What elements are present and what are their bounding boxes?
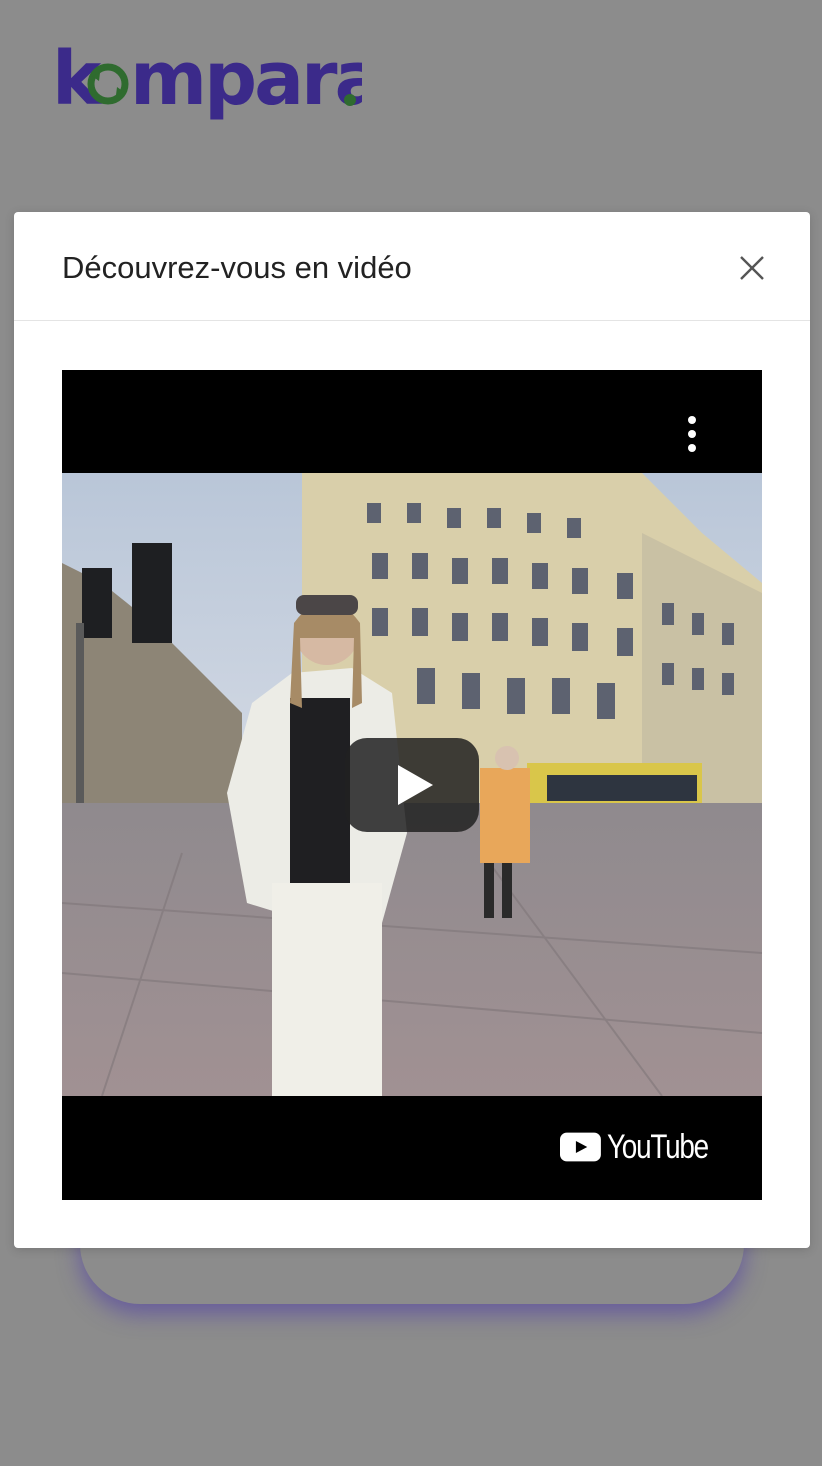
- video-modal: Découvrez-vous en vidéo YouTube: [14, 212, 810, 1248]
- youtube-wordmark: YouTube: [606, 1127, 709, 1166]
- svg-text:k: k: [52, 40, 103, 122]
- svg-text:mpara: mpara: [130, 40, 362, 122]
- modal-title: Découvrez-vous en vidéo: [62, 250, 412, 285]
- more-vertical-icon[interactable]: [680, 414, 704, 454]
- youtube-video-player[interactable]: YouTube: [62, 370, 762, 1200]
- play-button[interactable]: [345, 738, 479, 832]
- play-icon: [345, 738, 479, 832]
- youtube-play-icon: [560, 1132, 601, 1162]
- modal-header: Découvrez-vous en vidéo: [14, 212, 810, 321]
- youtube-logo-link[interactable]: YouTube: [560, 1125, 730, 1169]
- kompara-logo: k mpara: [52, 40, 362, 122]
- close-icon: [740, 256, 764, 280]
- modal-close-button[interactable]: [732, 248, 772, 288]
